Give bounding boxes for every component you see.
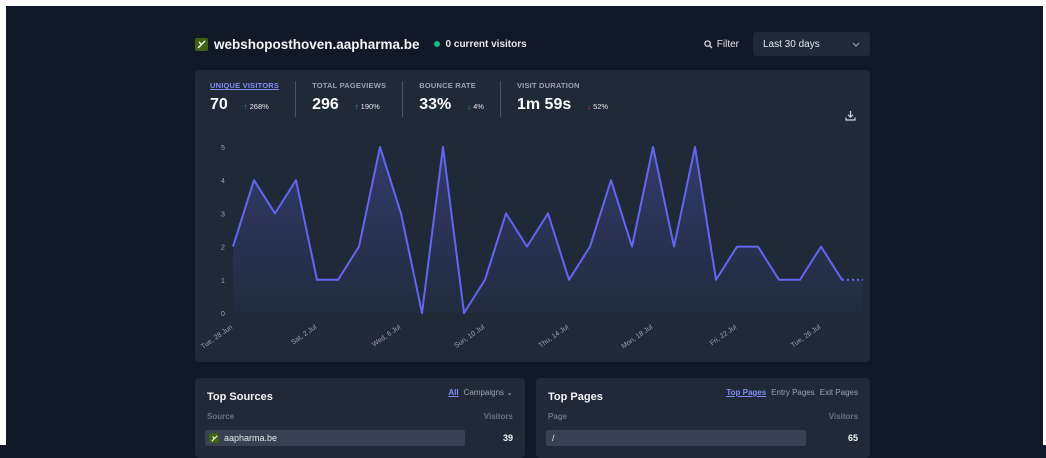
period-label: Last 30 days bbox=[763, 38, 820, 50]
site-favicon-icon bbox=[209, 433, 219, 443]
chart-data-point[interactable] bbox=[694, 146, 697, 149]
period-select[interactable]: Last 30 days bbox=[753, 32, 870, 56]
chart-data-point[interactable] bbox=[820, 245, 823, 248]
source-row-visitors: 39 bbox=[502, 433, 513, 443]
chevron-down-icon bbox=[852, 42, 860, 47]
top-sources-panel: Top Sources All Campaigns ⌄ Source Visit… bbox=[195, 378, 525, 458]
chart-data-point[interactable] bbox=[547, 212, 550, 215]
chart-data-point[interactable] bbox=[715, 278, 718, 281]
chart-data-point[interactable] bbox=[316, 278, 319, 281]
x-tick-label: Fri, 22 Jul bbox=[709, 324, 739, 348]
column-header-visitors: Visitors bbox=[828, 412, 858, 421]
window-top-border bbox=[0, 0, 1046, 6]
chart-data-point[interactable] bbox=[652, 146, 655, 149]
chart-data-point[interactable] bbox=[253, 179, 256, 182]
chart-data-point[interactable] bbox=[673, 245, 676, 248]
tab-exit-pages[interactable]: Exit Pages bbox=[820, 388, 858, 397]
column-header-visitors: Visitors bbox=[483, 412, 513, 421]
chart-data-point[interactable] bbox=[631, 245, 634, 248]
chart-data-point[interactable] bbox=[757, 245, 760, 248]
column-header-source: Source bbox=[207, 412, 235, 421]
y-tick-label: 4 bbox=[221, 178, 225, 185]
page-row-label[interactable]: / bbox=[552, 433, 555, 443]
chart-data-point[interactable] bbox=[841, 278, 844, 281]
tab-entry-pages[interactable]: Entry Pages bbox=[771, 388, 815, 397]
column-header-page: Page bbox=[548, 412, 568, 421]
filter-label: Filter bbox=[716, 38, 739, 50]
chevron-down-icon: ⌄ bbox=[506, 388, 513, 397]
x-tick-label: Sat, 2 Jul bbox=[290, 324, 318, 347]
chart-data-point[interactable] bbox=[610, 179, 613, 182]
chart-data-point[interactable] bbox=[358, 245, 361, 248]
chart-data-point[interactable] bbox=[505, 212, 508, 215]
site-favicon-icon bbox=[195, 37, 208, 51]
chart-data-point[interactable] bbox=[463, 312, 466, 315]
chart-data-point[interactable] bbox=[568, 278, 571, 281]
x-tick-label: Sun, 10 Jul bbox=[453, 324, 486, 350]
filter-button[interactable]: Filter bbox=[704, 39, 739, 50]
x-tick-label: Thu, 14 Jul bbox=[538, 324, 571, 350]
top-sources-tabs: All Campaigns ⌄ bbox=[448, 388, 513, 397]
chart-data-point[interactable] bbox=[736, 245, 739, 248]
chart-data-point[interactable] bbox=[421, 312, 424, 315]
top-sources-title: Top Sources bbox=[207, 391, 273, 403]
x-tick-label: Mon, 18 Jul bbox=[620, 324, 654, 351]
main-graph-card: UNIQUE VISITORS 70 ↑ 268% TOTAL PAGEVIEW… bbox=[195, 70, 870, 362]
y-tick-label: 0 bbox=[221, 311, 225, 318]
top-pages-panel: Top Pages Top Pages Entry Pages Exit Pag… bbox=[536, 378, 870, 458]
chart-data-point[interactable] bbox=[526, 245, 529, 248]
chart-data-point[interactable] bbox=[379, 146, 382, 149]
live-dot-icon bbox=[433, 41, 440, 47]
page-row-bar bbox=[546, 430, 806, 446]
top-pages-title: Top Pages bbox=[548, 391, 603, 403]
chart-data-point[interactable] bbox=[778, 278, 781, 281]
y-tick-label: 5 bbox=[221, 145, 225, 152]
site-domain-title[interactable]: webshoposthoven.aapharma.be bbox=[214, 37, 420, 52]
chart-data-point[interactable] bbox=[442, 146, 445, 149]
chart-area-fill bbox=[233, 147, 863, 313]
chart-data-point[interactable] bbox=[589, 245, 592, 248]
y-tick-label: 3 bbox=[221, 211, 225, 218]
tab-top-pages[interactable]: Top Pages bbox=[726, 388, 766, 397]
current-visitors-link[interactable]: 0 current visitors bbox=[446, 39, 527, 50]
chart-data-point[interactable] bbox=[295, 179, 298, 182]
y-tick-label: 2 bbox=[221, 245, 225, 252]
window-left-border bbox=[0, 0, 6, 445]
chart-data-point[interactable] bbox=[337, 278, 340, 281]
tab-campaigns[interactable]: Campaigns ⌄ bbox=[464, 388, 513, 397]
chart-data-point[interactable] bbox=[274, 212, 277, 215]
x-tick-label: Wed, 6 Jul bbox=[371, 324, 402, 349]
chart-data-point[interactable] bbox=[799, 278, 802, 281]
tab-all[interactable]: All bbox=[448, 388, 458, 397]
top-pages-tabs: Top Pages Entry Pages Exit Pages bbox=[726, 388, 858, 397]
chart-data-point[interactable] bbox=[400, 212, 403, 215]
search-icon bbox=[704, 39, 713, 49]
x-tick-label: Tue, 28 Jun bbox=[200, 324, 234, 351]
dashboard-header: webshoposthoven.aapharma.be 0 current vi… bbox=[195, 30, 870, 58]
source-row-label[interactable]: aapharma.be bbox=[209, 433, 277, 443]
chart-data-point[interactable] bbox=[232, 245, 235, 248]
y-tick-label: 1 bbox=[221, 278, 225, 285]
visitors-chart[interactable]: 0 1 2 3 4 5 Tue, 28 Jun Sat, 2 Jul Wed, 6 Jul Sun… bbox=[195, 70, 870, 362]
x-tick-label: Tue, 26 Jul bbox=[790, 324, 823, 350]
page-row-visitors: 65 bbox=[847, 433, 858, 443]
chart-data-point[interactable] bbox=[484, 278, 487, 281]
chart-data-point[interactable] bbox=[862, 278, 865, 281]
